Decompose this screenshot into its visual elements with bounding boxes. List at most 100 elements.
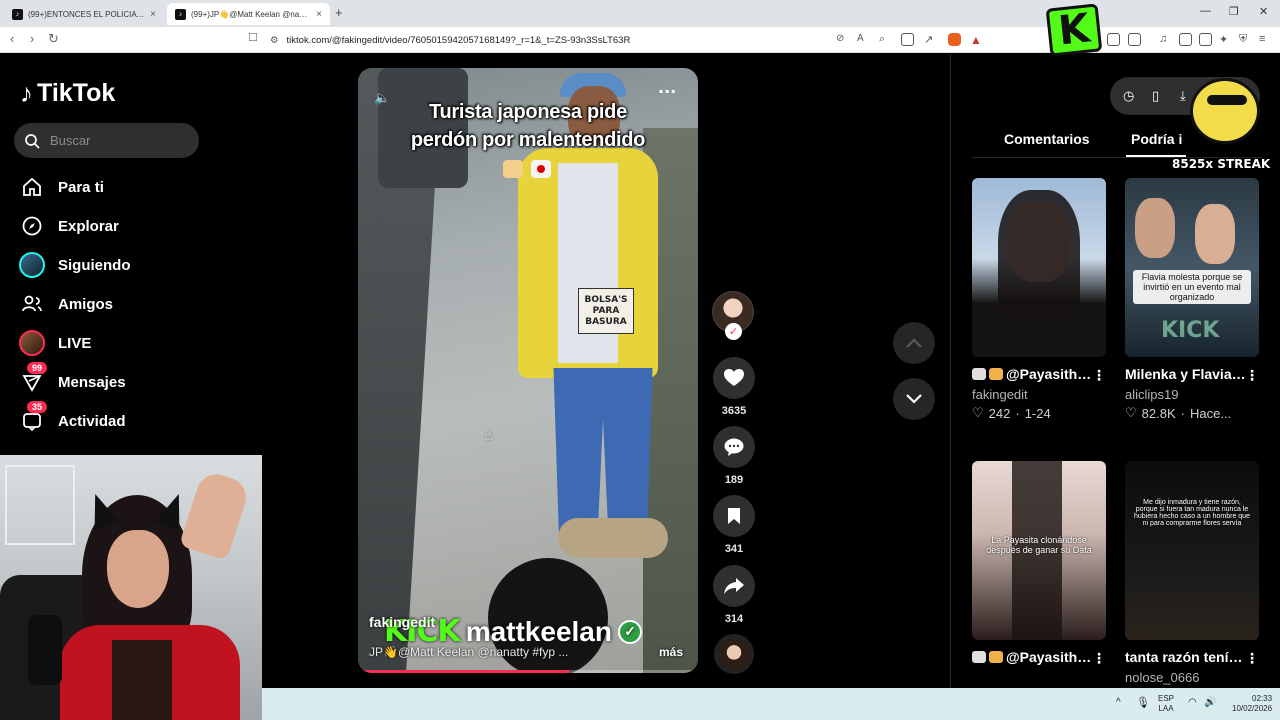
sidebar-item-explorar[interactable]: Explorar [18, 210, 119, 242]
tab-comentarios[interactable]: Comentarios [1004, 131, 1090, 147]
bookmark-icon[interactable] [713, 495, 755, 537]
recommended-video-card[interactable]: Me dijo inmadura y tiene razón, porque s… [1125, 461, 1259, 685]
mouse-cursor-icon: ☝ [484, 427, 493, 443]
browser-tab-1[interactable]: ♪ (99+)ENTONCES EL POLICIA NACIONAL... × [4, 3, 164, 25]
tray-overflow-icon[interactable]: ^ [1116, 698, 1121, 708]
card-more-icon[interactable]: ⋮ [1092, 651, 1106, 667]
sidebar-icon[interactable] [1128, 33, 1141, 46]
brave-rewards-icon[interactable]: ▲ [970, 33, 983, 47]
new-tab-icon[interactable]: + [335, 5, 343, 20]
sidebar-item-siguiendo[interactable]: Siguiendo [18, 249, 131, 281]
sidebar-item-amigos[interactable]: Amigos [18, 288, 113, 320]
video-thumbnail[interactable]: Flavia molesta porque se invirtió en un … [1125, 178, 1259, 357]
microphone-icon[interactable]: 🎙 [1136, 698, 1150, 709]
tab-podria-interesarte[interactable]: Podría i [1131, 131, 1182, 147]
clock-time: 02:33 [1252, 694, 1273, 703]
video-caption: Turista japonesa pide perdón por malente… [358, 98, 698, 154]
heart-icon[interactable] [713, 357, 755, 399]
save-action[interactable]: 341 [712, 495, 756, 555]
media-icon[interactable]: ♫ [1159, 33, 1172, 46]
caption-emojis [503, 160, 551, 178]
download-icon[interactable]: ⤓ [1180, 88, 1186, 104]
clock[interactable]: 02:33 10/02/2026 [1232, 694, 1272, 714]
recommended-video-card[interactable]: @PayasithaliaZin... ⋮ fakingedit ♡242·1-… [972, 178, 1106, 421]
next-video-button[interactable] [893, 378, 935, 420]
back-icon[interactable]: ‹ [10, 31, 14, 46]
close-window-icon[interactable]: ✕ [1259, 5, 1268, 18]
reader-icon[interactable] [1179, 33, 1192, 46]
wallet-icon[interactable] [1199, 33, 1212, 46]
followed-check-icon[interactable]: ✓ [725, 323, 742, 340]
recommended-video-card[interactable]: La Payasita clonándose después de ganar … [972, 461, 1106, 667]
tab-title: (99+)JP👋@Matt Keelan @nanatty [191, 9, 312, 19]
minimize-icon[interactable]: — [1200, 5, 1211, 17]
sidebar-item-mensajes[interactable]: 99 Mensajes [18, 362, 126, 398]
cast-off-icon[interactable]: ⊘ [836, 33, 849, 46]
share-action[interactable]: 314 [712, 565, 756, 625]
video-thumbnail[interactable] [972, 178, 1106, 357]
search-input[interactable] [50, 133, 180, 148]
video-author[interactable]: fakingedit [369, 614, 435, 630]
bookmark-icon[interactable]: ☐ [248, 31, 258, 44]
clap-hand-icon [503, 160, 523, 178]
speed-icon[interactable]: ◷ [1123, 88, 1134, 104]
activity-icon: 35 [18, 401, 48, 435]
sidebar-item-label: LIVE [58, 334, 92, 352]
language-indicator[interactable]: ESP LAA [1158, 694, 1174, 714]
previous-video-button[interactable] [893, 322, 935, 364]
speaker-icon[interactable]: 🔊 [1204, 698, 1216, 708]
video-thumbnail[interactable]: La Payasita clonándose después de ganar … [972, 461, 1106, 640]
video-thumbnail[interactable]: Me dijo inmadura y tiene razón, porque s… [1125, 461, 1259, 640]
comment-action[interactable]: 189 [712, 426, 756, 486]
chevron-down-icon [906, 394, 922, 404]
reload-icon[interactable]: ↻ [48, 31, 59, 47]
sidebar-item-label: Mensajes [58, 373, 126, 391]
screen-capture-icon[interactable] [901, 33, 914, 46]
card-author[interactable]: aliclips19 [1125, 387, 1259, 402]
sidebar-item-actividad[interactable]: 35 Actividad [18, 401, 126, 437]
share-arrow-icon[interactable] [713, 565, 755, 607]
tiktok-logo[interactable]: ♪ TikTok [20, 78, 115, 109]
extensions-icon[interactable] [1107, 33, 1120, 46]
tiktok-favicon-icon: ♪ [175, 8, 186, 20]
leo-icon[interactable]: ✦ [1219, 33, 1232, 46]
site-info-icon[interactable]: ⚙ [270, 35, 279, 46]
compass-icon [18, 212, 46, 240]
close-tab-icon[interactable]: × [316, 9, 322, 20]
more-button[interactable]: más [659, 645, 683, 659]
close-tab-icon[interactable]: × [150, 9, 156, 20]
recommended-video-card[interactable]: Flavia molesta porque se invirtió en un … [1125, 178, 1259, 421]
card-more-icon[interactable]: ⋮ [1245, 368, 1259, 384]
browser-tab-2-active[interactable]: ♪ (99+)JP👋@Matt Keelan @nanatty × [167, 3, 330, 25]
tab-title: (99+)ENTONCES EL POLICIA NACIONAL... [28, 9, 145, 19]
device-icon[interactable]: ▯ [1152, 88, 1159, 104]
home-icon [18, 173, 46, 201]
sidebar-item-para-ti[interactable]: Para ti [18, 171, 104, 203]
video-progress-bar[interactable] [358, 670, 698, 673]
vpn-icon[interactable]: ⛨ [1239, 33, 1252, 46]
translate-icon[interactable]: A [857, 33, 870, 46]
card-author[interactable]: nolose_0666 [1125, 670, 1259, 685]
maximize-icon[interactable]: ❐ [1229, 5, 1239, 18]
sidebar-item-label: Actividad [58, 412, 126, 430]
brave-shield-icon[interactable] [948, 33, 961, 46]
music-disc-avatar[interactable] [714, 634, 754, 674]
search-box[interactable] [14, 123, 199, 158]
share-icon[interactable]: ↗ [924, 33, 937, 46]
caption-line-2: perdón por malentendido [410, 129, 646, 151]
wifi-icon[interactable]: ◠ [1188, 698, 1197, 708]
card-title: Milenka y Flavia #parati #kickper... [1125, 366, 1247, 382]
zoom-icon[interactable]: ⌕ [879, 33, 892, 46]
video-player[interactable]: BOLSA'S PARA BASURA 🔈 ··· Turista japone… [358, 68, 698, 673]
share-count: 314 [724, 613, 744, 625]
comment-icon[interactable] [713, 426, 755, 468]
card-more-icon[interactable]: ⋮ [1245, 651, 1259, 667]
forward-icon[interactable]: › [30, 31, 34, 46]
like-action[interactable]: 3635 [712, 357, 756, 417]
sidebar-item-live[interactable]: LIVE [18, 327, 91, 359]
card-title: @PayasithaliaZin... [972, 648, 1094, 666]
search-icon [25, 133, 40, 149]
card-author[interactable]: fakingedit [972, 387, 1106, 402]
card-more-icon[interactable]: ⋮ [1092, 368, 1106, 384]
menu-icon[interactable]: ≡ [1259, 33, 1272, 46]
